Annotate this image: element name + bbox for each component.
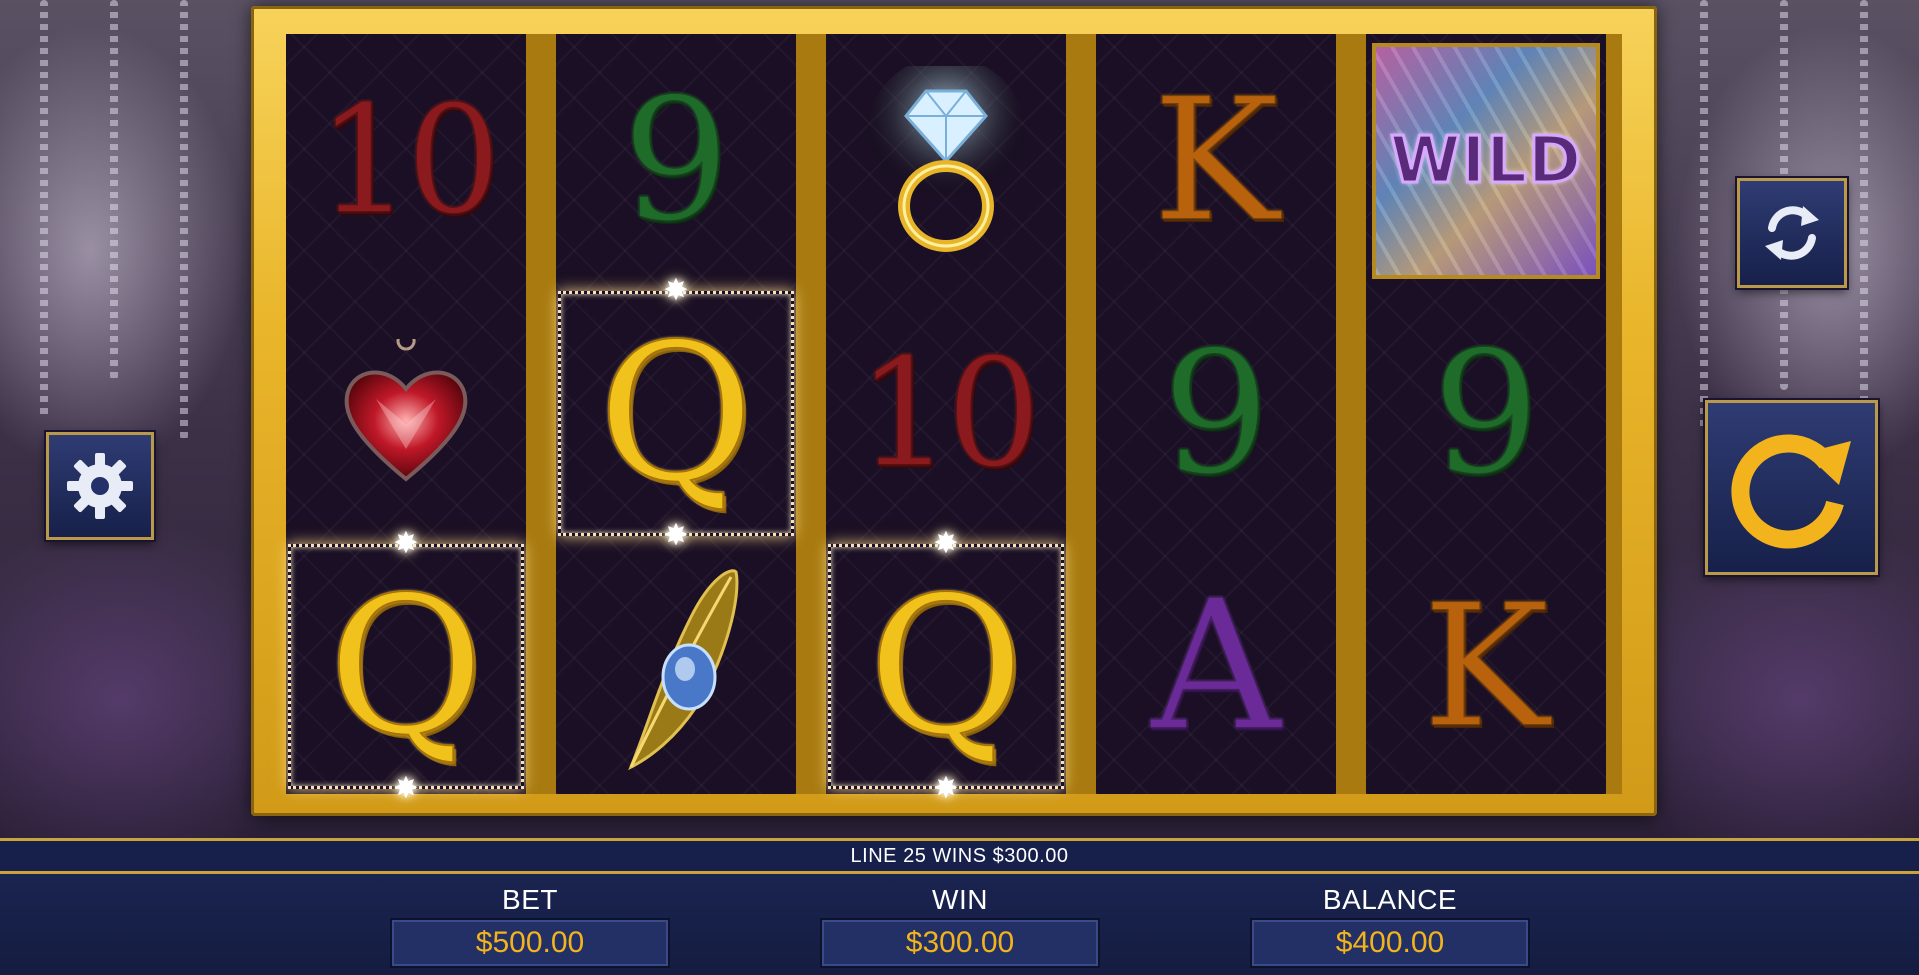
feather-brooch-icon	[628, 568, 739, 770]
symbol-diamond-ring	[826, 34, 1066, 287]
pearl-strand-decoration	[40, 0, 48, 420]
symbol-feather-brooch	[556, 540, 796, 793]
wild-tile: WILD	[1372, 42, 1600, 279]
win-message-bar: LINE 25 WINS $300.00	[0, 838, 1919, 874]
reel-5: WILD 9 K	[1366, 34, 1606, 794]
win-meter: WIN $300.00	[810, 874, 1110, 975]
reel-1: 10 ✸ ✸ Q	[286, 34, 526, 804]
pearl-strand-decoration	[1700, 0, 1708, 430]
symbol-a: A	[1150, 561, 1282, 771]
sparkle-icon: ✸	[933, 772, 959, 805]
diamond-ring-icon	[866, 65, 1026, 252]
spin-button[interactable]	[1705, 400, 1878, 575]
reel-4: K 9 A	[1096, 34, 1336, 794]
symbol-heart-pendant	[286, 287, 526, 540]
reel-frame: 10 ✸ ✸ Q 9 ✸ ✸ Q 10 ✸ ✸ Q K 9 A WILD 9 K	[251, 6, 1657, 816]
symbol-k: K	[1421, 567, 1550, 766]
bottom-panel: BET $500.00 WIN $300.00 BALANCE $400.00	[0, 874, 1919, 975]
symbol-9: 9	[1161, 314, 1271, 513]
refresh-arrows-icon	[1765, 206, 1819, 260]
settings-button[interactable]	[46, 432, 154, 540]
symbol-q-winning: ✸ ✸ Q	[826, 529, 1066, 804]
reel-grid: 10 ✸ ✸ Q 9 ✸ ✸ Q 10 ✸ ✸ Q K 9 A WILD 9 K	[286, 34, 1622, 804]
symbol-q-winning: ✸ ✸ Q	[556, 276, 796, 551]
reel-2: 9 ✸ ✸ Q	[556, 34, 796, 794]
heart-pendant-icon	[344, 338, 468, 482]
pearl-strand-decoration	[110, 0, 118, 380]
bet-label: BET	[502, 884, 558, 915]
symbol-10: 10	[316, 73, 503, 248]
gear-icon	[67, 453, 133, 519]
bet-meter[interactable]: BET $500.00	[380, 874, 680, 975]
balance-label: BALANCE	[1322, 884, 1458, 915]
sparkle-icon: ✸	[393, 772, 419, 805]
reel-3: 10 ✸ ✸ Q	[826, 34, 1066, 804]
win-message-text: LINE 25 WINS $300.00	[850, 844, 1069, 867]
symbol-9: 9	[621, 61, 731, 260]
spin-arrow-icon	[1730, 434, 1851, 549]
win-label: WIN	[932, 884, 988, 915]
symbol-wild: WILD	[1366, 34, 1606, 287]
pearl-strand-decoration	[1860, 0, 1868, 450]
autoplay-button[interactable]	[1737, 178, 1847, 288]
balance-meter: BALANCE $400.00	[1240, 874, 1540, 975]
win-value: $300.00	[820, 918, 1100, 968]
bet-value: $500.00	[390, 918, 670, 968]
symbol-10: 10	[856, 326, 1043, 501]
symbol-k: K	[1151, 61, 1280, 260]
balance-value: $400.00	[1250, 918, 1530, 968]
pearl-strand-decoration	[180, 0, 188, 440]
symbol-q-winning: ✸ ✸ Q	[286, 529, 526, 804]
symbol-9: 9	[1431, 314, 1541, 513]
